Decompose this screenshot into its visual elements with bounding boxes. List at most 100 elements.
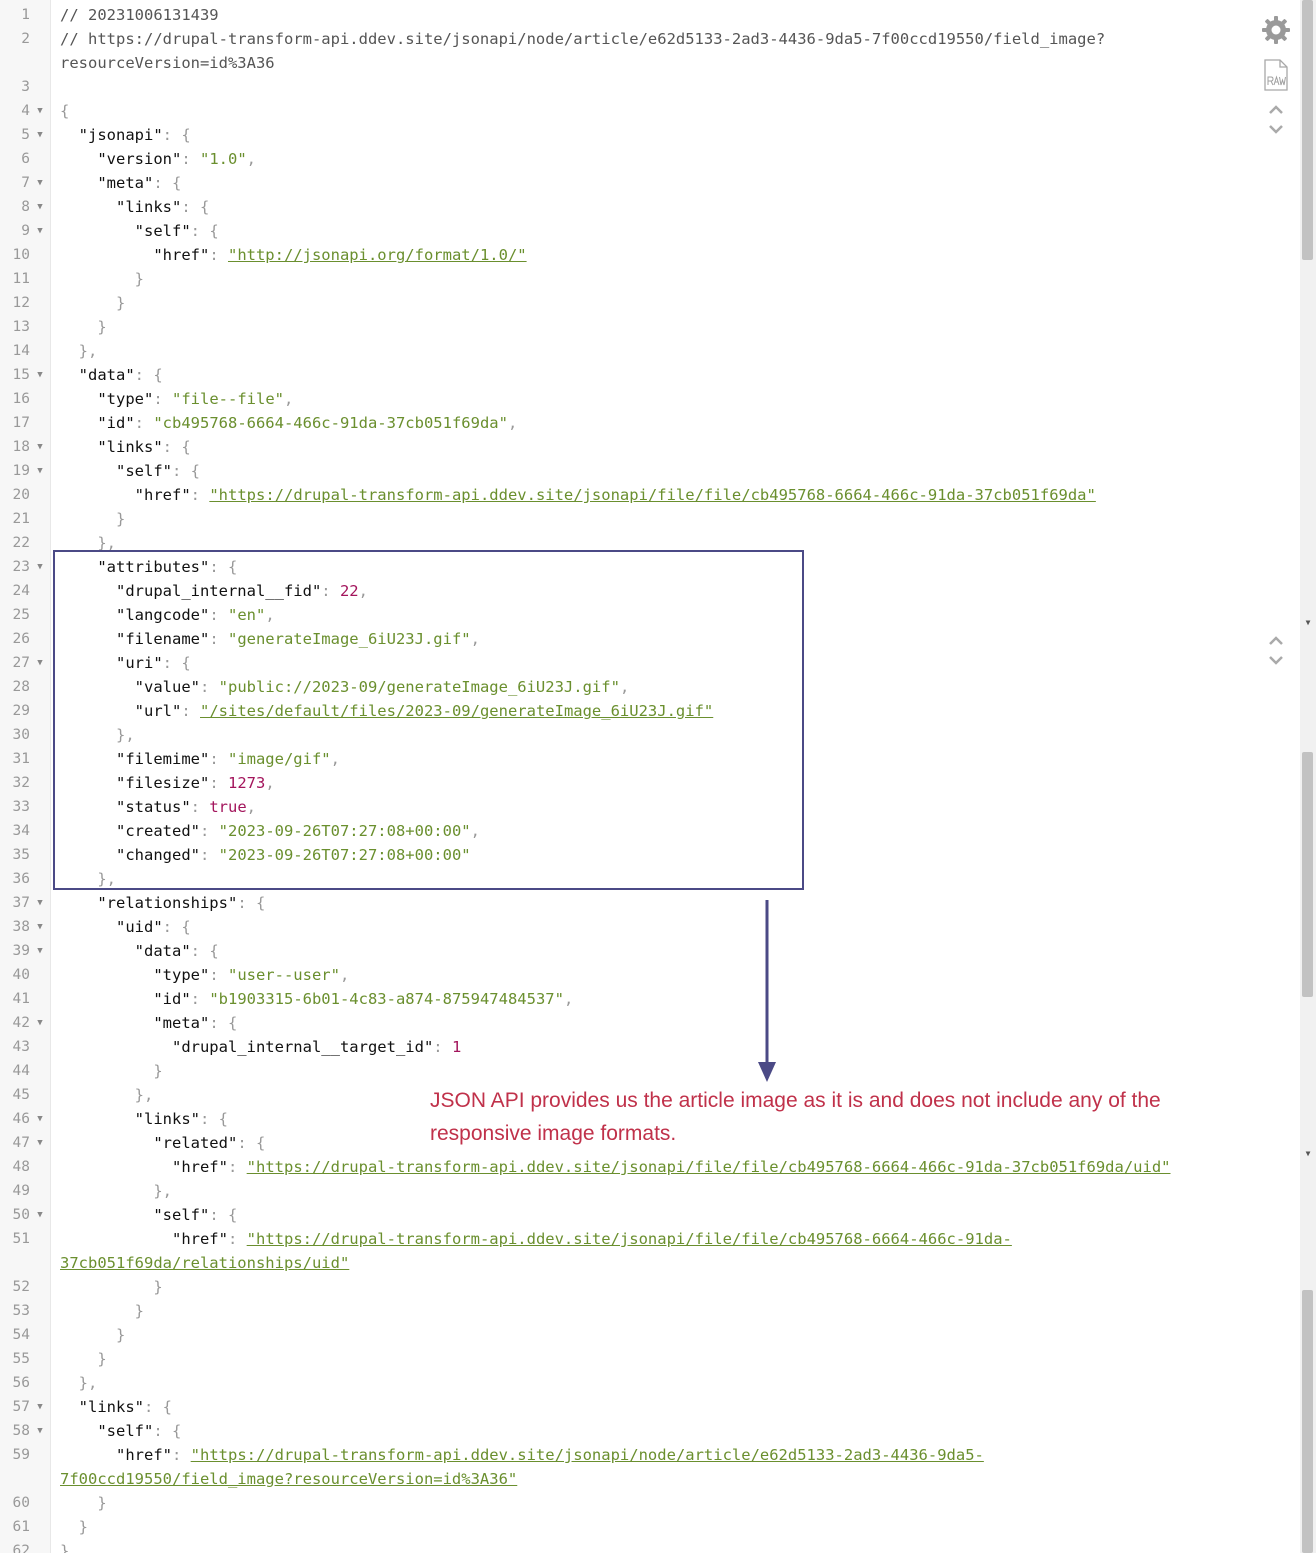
fold-toggle-icon[interactable]: ▼ [35,891,45,915]
viewer-toolbar [1256,0,1296,1553]
scroll-down-icon[interactable] [1256,652,1296,668]
line-number: 25 [12,607,30,623]
code-line: 60 } [0,1491,1256,1515]
line-number: 29 [12,703,30,719]
code-line: 59 "href": "https://drupal-transform-api… [0,1443,1256,1467]
line-number: 28 [12,679,30,695]
fold-toggle-icon[interactable]: ▼ [35,435,45,459]
code-line: 58 ▼ "self": { [0,1419,1256,1443]
code-text: "type": "file--file", [60,387,293,411]
fold-toggle-icon[interactable]: ▼ [35,99,45,123]
json-key: "uri" [60,654,163,672]
fold-toggle-icon[interactable]: ▼ [35,915,45,939]
fold-toggle-icon[interactable]: ▼ [35,459,45,483]
json-link[interactable]: "https://drupal-transform-api.ddev.site/… [247,1230,1012,1248]
vertical-scrollbar[interactable]: ▼ ▼ [1300,0,1316,1553]
code-text: }, [60,1371,98,1395]
code-line: 13 } [0,315,1256,339]
json-link[interactable]: 37cb051f69da/relationships/uid" [60,1254,349,1272]
fold-toggle-icon[interactable]: ▼ [35,1011,45,1035]
line-number: 45 [12,1087,30,1103]
code-text: } [60,1059,162,1083]
json-link[interactable]: "https://drupal-transform-api.ddev.site/… [247,1158,1171,1176]
expand-down-icon[interactable] [1256,121,1296,137]
code-text: "url": "/sites/default/files/2023-09/gen… [60,699,714,723]
json-link[interactable]: "/sites/default/files/2023-09/generateIm… [200,702,713,720]
code-text: } [60,291,125,315]
line-number: 59 [12,1447,30,1463]
code-line: 41 "id": "b1903315-6b01-4c83-a874-875947… [0,987,1256,1011]
line-number: 17 [12,415,30,431]
json-key: "self" [60,462,172,480]
fold-toggle-icon[interactable]: ▼ [35,363,45,387]
json-key: "id" [60,414,135,432]
scrollbar-thumb[interactable] [1302,752,1313,997]
json-link[interactable]: "https://drupal-transform-api.ddev.site/… [191,1446,984,1464]
fold-toggle-icon[interactable]: ▼ [35,123,45,147]
code-line: 23 ▼ "attributes": { [0,555,1256,579]
raw-file-icon[interactable] [1256,58,1296,92]
json-key: "self" [60,1422,154,1440]
collapse-up-icon[interactable] [1256,102,1296,118]
code-text: "links": { [60,195,209,219]
json-punctuation: : { [162,438,191,456]
code-line: 2 // https://drupal-transform-api.ddev.si… [0,27,1256,51]
fold-toggle-icon[interactable]: ▼ [35,651,45,675]
fold-toggle-icon[interactable]: ▼ [35,219,45,243]
json-key: "langcode" [60,606,210,624]
scrollbar-down-arrow-icon[interactable]: ▼ [1303,618,1313,627]
line-number: 37 [12,895,30,911]
code-text: "status": true, [60,795,256,819]
code-line: 3 [0,75,1256,99]
json-string: "public://2023-09/generateImage_6iU23J.g… [218,678,620,696]
scroll-up-icon[interactable] [1256,633,1296,649]
fold-toggle-icon[interactable]: ▼ [35,1395,45,1419]
json-key: "filename" [60,630,210,648]
line-number: 42 [12,1015,30,1031]
json-punctuation: }, [60,1182,172,1200]
line-number: 57 [12,1399,30,1415]
code-line: 4 ▼ { [0,99,1256,123]
code-line: 28 "value": "public://2023-09/generateIm… [0,675,1256,699]
json-value: true [209,798,247,816]
fold-toggle-icon[interactable]: ▼ [35,171,45,195]
fold-toggle-icon[interactable]: ▼ [35,939,45,963]
fold-toggle-icon[interactable]: ▼ [35,1107,45,1131]
line-number: 53 [12,1303,30,1319]
code-line: 61 } [0,1515,1256,1539]
json-link[interactable]: 7f00ccd19550/field_image?resourceVersion… [60,1470,517,1488]
fold-toggle-icon[interactable]: ▼ [35,1203,45,1227]
json-punctuation: , [265,606,275,624]
json-punctuation: : { [162,918,191,936]
scrollbar-thumb[interactable] [1302,1290,1313,1553]
line-number: 55 [12,1351,30,1367]
line-number: 32 [12,775,30,791]
fold-toggle-icon[interactable]: ▼ [35,1131,45,1155]
json-link[interactable]: "https://drupal-transform-api.ddev.site/… [209,486,1096,504]
json-link[interactable]: "http://jsonapi.org/format/1.0/" [228,246,527,264]
json-key: "data" [60,942,191,960]
json-punctuation: : { [209,1014,238,1032]
code-line: 15 ▼ "data": { [0,363,1256,387]
code-text: } [60,1539,69,1553]
scrollbar-down-arrow-icon[interactable]: ▼ [1303,1149,1313,1158]
code-text: "links": { [60,435,191,459]
code-line: 36 }, [0,867,1256,891]
line-number: 34 [12,823,30,839]
fold-toggle-icon[interactable]: ▼ [35,1419,45,1443]
json-punctuation: } [60,1494,107,1512]
settings-gear-icon[interactable] [1256,14,1296,46]
line-number: 23 [12,559,30,575]
scrollbar-thumb[interactable] [1302,0,1313,260]
fold-toggle-icon[interactable]: ▼ [35,555,45,579]
code-line: 17 "id": "cb495768-6664-466c-91da-37cb05… [0,411,1256,435]
code-line: 24 "drupal_internal__fid": 22, [0,579,1256,603]
json-string: "user--user" [227,966,340,984]
json-punctuation: : { [162,654,191,672]
json-key: "related" [60,1134,238,1152]
fold-toggle-icon[interactable]: ▼ [35,195,45,219]
line-number: 58 [12,1423,30,1439]
line-number: 26 [12,631,30,647]
json-punctuation: , [470,822,480,840]
code-text: }, [60,1179,172,1203]
